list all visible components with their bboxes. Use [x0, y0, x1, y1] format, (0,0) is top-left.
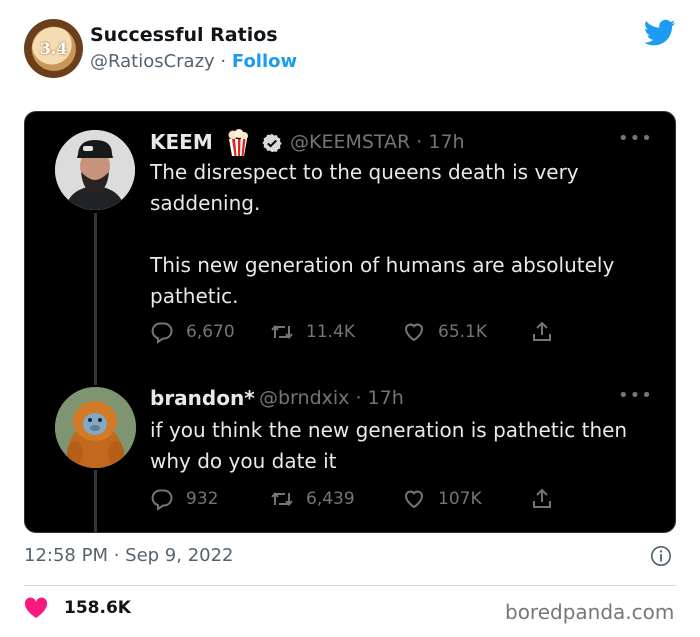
avatar-badge-text: 3.4 [31, 26, 76, 71]
like-summary[interactable]: 158.6K [24, 597, 131, 619]
twitter-bird-icon[interactable] [644, 19, 676, 47]
verified-icon [262, 133, 282, 153]
account-handle[interactable]: @RatiosCrazy [90, 51, 215, 72]
tweet-handle-time[interactable]: @brndxix · 17h [259, 387, 404, 409]
reply-action[interactable]: 6,670 [150, 318, 235, 346]
more-icon[interactable]: ••• [618, 385, 653, 406]
total-like-count: 158.6K [64, 598, 131, 618]
reply-icon [151, 489, 173, 511]
share-action[interactable] [530, 318, 554, 346]
tweet-author-name[interactable]: KEEM [150, 130, 213, 154]
retweet-icon [271, 324, 293, 340]
post-timestamp[interactable]: 12:58 PM · Sep 9, 2022 [24, 545, 234, 566]
footer-divider [24, 585, 676, 586]
tweet-text: The disrespect to the queens death is ve… [150, 160, 615, 308]
like-count: 107K [438, 489, 482, 509]
reply-count: 932 [186, 489, 219, 509]
like-count: 65.1K [438, 322, 487, 342]
like-icon [404, 323, 424, 342]
share-icon [533, 321, 551, 341]
retweet-count: 6,439 [306, 489, 355, 509]
monkey-avatar-icon [55, 387, 136, 468]
share-action[interactable] [530, 485, 554, 513]
reply-count: 6,670 [186, 322, 235, 342]
tweet-handle-time[interactable]: @KEEMSTAR · 17h [290, 131, 465, 153]
like-icon [404, 490, 424, 509]
retweet-action[interactable]: 6,439 [270, 485, 355, 513]
reply-action[interactable]: 932 [150, 485, 218, 513]
like-action[interactable]: 107K [402, 485, 482, 513]
tweet-text: if you think the new generation is pathe… [150, 418, 628, 473]
tweet-author-name[interactable]: brandon* [150, 386, 255, 410]
thread-line [94, 213, 97, 385]
account-avatar[interactable]: 3.4 [24, 19, 83, 78]
account-name[interactable]: Successful Ratios [90, 24, 278, 46]
follow-button[interactable]: Follow [232, 51, 297, 72]
person-avatar-icon [55, 130, 135, 210]
watermark: boredpanda.com [505, 600, 675, 624]
account-meta: @RatiosCrazy · Follow [90, 51, 297, 72]
like-action[interactable]: 65.1K [402, 318, 487, 346]
reply-icon [151, 322, 173, 344]
popcorn-icon [228, 129, 248, 156]
embed-header: 3.4 Successful Ratios @RatiosCrazy · Fol… [0, 0, 700, 100]
retweet-action[interactable]: 11.4K [270, 318, 355, 346]
more-icon[interactable]: ••• [618, 128, 653, 149]
info-icon[interactable] [650, 545, 672, 567]
brandon-avatar[interactable] [55, 387, 136, 468]
meta-separator: · [214, 51, 232, 72]
keem-avatar[interactable] [55, 130, 135, 210]
thread-line-bottom [94, 470, 97, 532]
retweet-count: 11.4K [306, 322, 355, 342]
share-icon [533, 488, 551, 508]
retweet-icon [271, 491, 293, 507]
heart-icon[interactable] [24, 597, 48, 619]
